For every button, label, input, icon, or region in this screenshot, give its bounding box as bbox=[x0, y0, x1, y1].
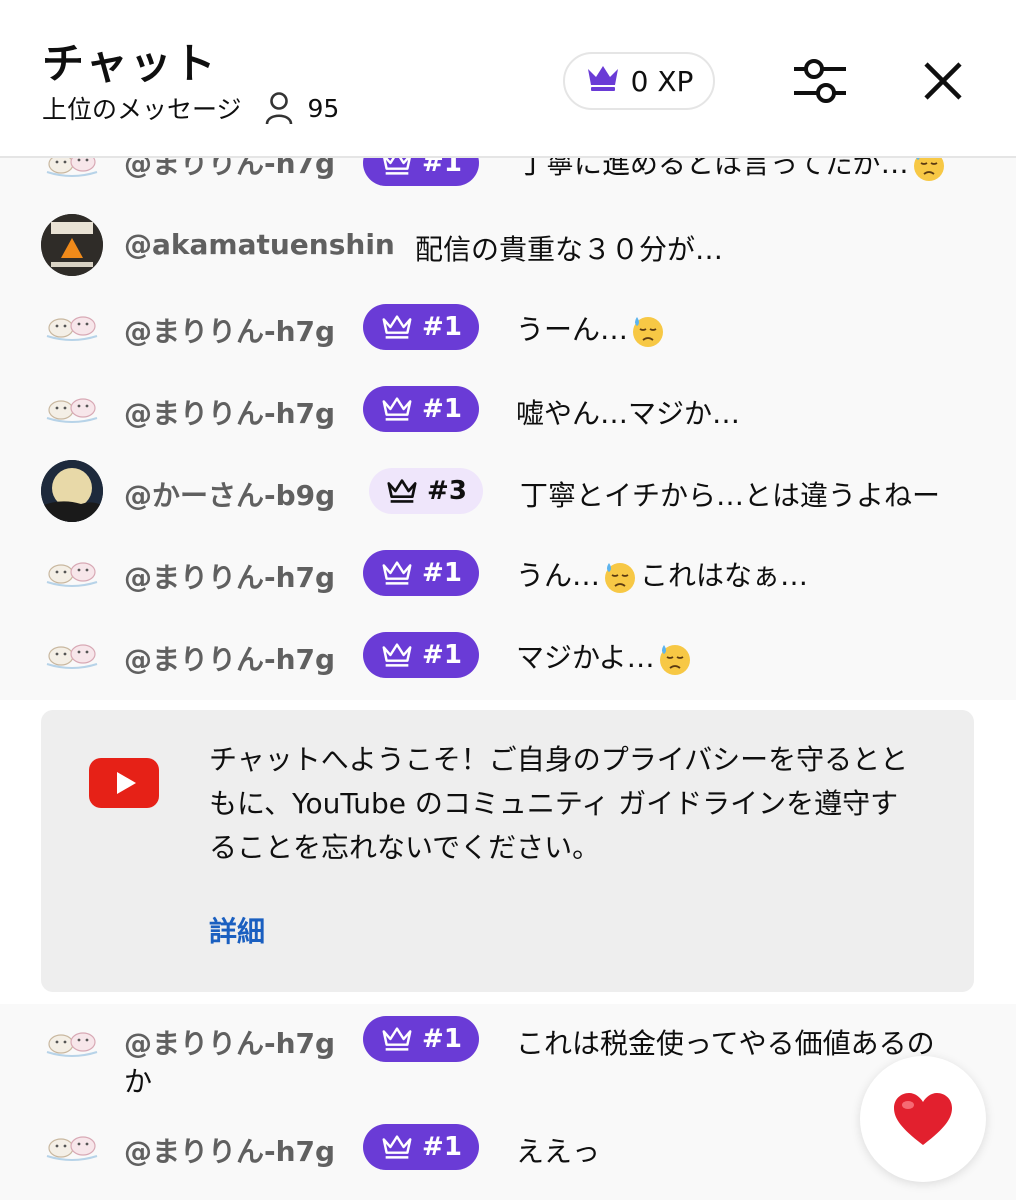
author-name[interactable]: @まりりん-h7g bbox=[124, 638, 335, 678]
xp-button[interactable]: 0 XP bbox=[563, 52, 715, 110]
youtube-logo-icon bbox=[89, 758, 159, 808]
avatar bbox=[41, 624, 103, 686]
heart-icon bbox=[894, 1093, 952, 1145]
author-name[interactable]: @まりりん-h7g bbox=[124, 392, 335, 432]
details-link[interactable]: 詳細 bbox=[209, 910, 265, 950]
rank-label: #1 bbox=[422, 558, 462, 588]
crown-icon bbox=[380, 312, 414, 342]
crown-icon bbox=[585, 63, 621, 100]
message-text: うーん… bbox=[516, 308, 668, 349]
welcome-line: もに、YouTube のコミュニティ ガイドラインを遵守す bbox=[209, 787, 899, 820]
rank-badge: #1 bbox=[363, 1124, 479, 1170]
chat-message[interactable]: @まりりん-h7g #1 うん… これはなぁ… bbox=[0, 532, 1016, 614]
message-text-part-b: これはなぁ… bbox=[640, 559, 809, 592]
chat-message[interactable]: @まりりん-h7g #1 マジかよ… bbox=[0, 614, 1016, 696]
rank-badge: #1 bbox=[363, 386, 479, 432]
avatar bbox=[41, 1012, 103, 1074]
message-text-content: うーん… bbox=[516, 313, 629, 346]
message-text-content: マジかよ… bbox=[516, 641, 655, 674]
crown-icon bbox=[380, 1024, 414, 1054]
message-text: 嘘やん…マジか… bbox=[516, 397, 741, 430]
crown-icon bbox=[380, 558, 414, 588]
welcome-message: チャットへようこそ！ご自身のプライバシーを守るとと もに、YouTube のコミ… bbox=[209, 738, 949, 870]
crown-icon bbox=[380, 1132, 414, 1162]
crown-icon bbox=[385, 476, 419, 506]
message-text: ええっ bbox=[516, 1135, 601, 1168]
chat-message[interactable]: @akamatuenshin 配信の貴重な３０分が… bbox=[0, 204, 1016, 286]
rank-label: #1 bbox=[422, 1132, 462, 1162]
author-name[interactable]: @まりりん-h7g bbox=[124, 310, 335, 350]
xp-label: 0 XP bbox=[630, 64, 694, 98]
welcome-card: チャットへようこそ！ご自身のプライバシーを守るとと もに、YouTube のコミ… bbox=[41, 710, 974, 992]
rank-badge: #1 bbox=[363, 1016, 479, 1062]
close-icon bbox=[924, 62, 962, 100]
message-text: 丁寧とイチから…とは違うよねー bbox=[520, 479, 941, 512]
avatar bbox=[41, 460, 103, 522]
chat-message[interactable]: @まりりん-h7g #1 これは税金使ってやる価値あるの か bbox=[0, 1008, 1016, 1100]
welcome-line: チャットへようこそ！ご自身のプライバシーを守るとと bbox=[209, 743, 909, 776]
avatar bbox=[41, 296, 103, 358]
sweat-face-emoji bbox=[657, 641, 693, 677]
chat-mode-label: 上位のメッセージ bbox=[42, 95, 242, 124]
rank-badge: #1 bbox=[363, 632, 479, 678]
chat-header: チャット 上位のメッセージ 95 0 XP bbox=[0, 0, 1016, 158]
crown-icon bbox=[380, 640, 414, 670]
message-text: うん… これはなぁ… bbox=[516, 554, 808, 595]
rank-badge: #3 bbox=[369, 468, 483, 514]
rank-label: #3 bbox=[427, 476, 467, 506]
author-name[interactable]: @akamatuenshin bbox=[124, 228, 395, 261]
author-name[interactable]: @まりりん-h7g bbox=[124, 556, 335, 596]
message-text: これは税金使ってやる価値あるの bbox=[516, 1027, 935, 1060]
chat-mode-selector[interactable]: 上位のメッセージ 95 bbox=[42, 90, 339, 126]
avatar bbox=[41, 378, 103, 440]
sweat-face-emoji bbox=[630, 313, 666, 349]
chat-title: チャット bbox=[42, 39, 218, 88]
avatar bbox=[41, 1116, 103, 1178]
chat-message[interactable]: @まりりん-h7g #1 嘘やん…マジか… bbox=[0, 368, 1016, 450]
avatar bbox=[41, 542, 103, 604]
reaction-button[interactable] bbox=[860, 1056, 986, 1182]
author-name[interactable]: @まりりん-h7g bbox=[124, 1022, 335, 1062]
rank-label: #1 bbox=[422, 1024, 462, 1054]
filter-button[interactable] bbox=[790, 55, 850, 107]
chat-message[interactable]: @かーさん-b9g #3 丁寧とイチから…とは違うよねー bbox=[0, 450, 1016, 532]
rank-label: #1 bbox=[422, 394, 462, 424]
rank-label: #1 bbox=[422, 312, 462, 342]
sweat-face-emoji bbox=[602, 559, 638, 595]
message-text-part-a: うん… bbox=[516, 559, 601, 592]
message-text: マジかよ… bbox=[516, 636, 695, 677]
rank-badge: #1 bbox=[363, 304, 479, 350]
crown-icon bbox=[380, 394, 414, 424]
viewer-count: 95 bbox=[307, 93, 340, 123]
rank-label: #1 bbox=[422, 640, 462, 670]
filter-icon bbox=[794, 59, 846, 103]
author-name[interactable]: @まりりん-h7g bbox=[124, 1130, 335, 1170]
author-name[interactable]: @かーさん-b9g bbox=[124, 474, 335, 514]
rank-badge: #1 bbox=[363, 550, 479, 596]
message-text-continued: か bbox=[124, 1065, 153, 1098]
close-button[interactable] bbox=[918, 56, 968, 106]
chat-message[interactable]: @まりりん-h7g #1 うーん… bbox=[0, 286, 1016, 368]
avatar bbox=[41, 214, 103, 276]
person-icon bbox=[264, 91, 294, 125]
message-text: 配信の貴重な３０分が… bbox=[415, 233, 724, 266]
welcome-line: ることを忘れないでください。 bbox=[209, 831, 601, 864]
